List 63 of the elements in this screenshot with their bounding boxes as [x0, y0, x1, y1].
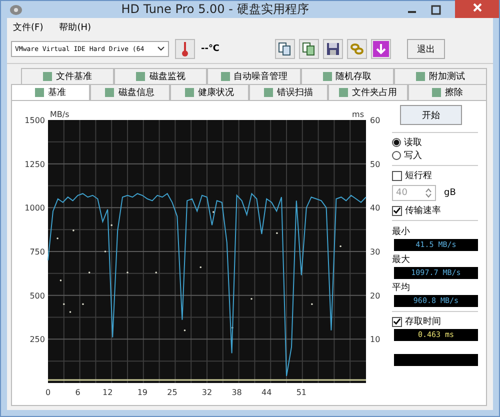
axis-tick-label: 25 — [167, 388, 178, 397]
reading-label: 最小 — [392, 226, 411, 238]
axis-tick-label: 1250 — [24, 160, 45, 169]
axis-tick-label: 1000 — [24, 204, 45, 213]
window-title: HD Tune Pro 5.00 - 硬盘实用程序 — [120, 1, 310, 18]
checkbox[interactable] — [392, 316, 402, 326]
tab[interactable]: 错误扫描 — [248, 84, 328, 100]
tab[interactable]: 基准 — [11, 84, 90, 100]
checkbox-label: 存取时间 — [405, 316, 441, 328]
tab[interactable]: 磁盘监视 — [114, 68, 208, 84]
axis-tick-label: 12 — [102, 388, 113, 397]
axis-tick-label: 250 — [30, 335, 45, 344]
reading-label: 最大 — [392, 254, 411, 266]
axis-unit: ms — [352, 110, 364, 119]
tab[interactable]: 磁盘信息 — [90, 84, 170, 100]
option-label: 读取 — [404, 136, 422, 149]
axis-tick-label: 38 — [232, 388, 242, 397]
exit-button[interactable]: 退出 — [407, 39, 445, 59]
checkbox[interactable] — [392, 206, 402, 216]
axis-tick-label: 0 — [45, 388, 51, 397]
copy-icon[interactable] — [299, 39, 319, 59]
axis-tick-label: 40 — [370, 204, 380, 213]
axis-tick-label: 32 — [202, 388, 212, 397]
axis-tick-label: 50 — [370, 160, 380, 169]
tab[interactable]: 健康状况 — [170, 84, 249, 100]
menu-item[interactable]: 帮助(H) — [59, 21, 91, 34]
axis-tick-label: 51 — [296, 388, 306, 397]
axis-tick-label: 20 — [370, 291, 380, 300]
save-icon[interactable] — [323, 39, 343, 59]
checkbox-label: 短行程 — [405, 170, 432, 182]
tab[interactable]: 文件夹占用 — [328, 84, 408, 100]
axis-tick-label: 1500 — [24, 116, 45, 125]
checkbox-label: 传输速率 — [405, 204, 441, 217]
caret-icon[interactable] — [157, 46, 165, 52]
reading-label: 平均 — [392, 282, 411, 294]
axis-tick-label: 6 — [75, 388, 80, 397]
temperature-reading: --℃ — [201, 44, 220, 54]
close-button[interactable] — [455, 0, 499, 18]
tab[interactable]: 自动噪音管理 — [207, 68, 301, 84]
axis-tick-label: 750 — [30, 248, 45, 256]
close-icon[interactable] — [472, 3, 482, 12]
download-icon[interactable] — [371, 39, 391, 59]
axis-tick-label: 19 — [137, 388, 148, 397]
unit-label: gB — [444, 188, 456, 198]
thermometer-icon[interactable] — [175, 39, 195, 59]
copy-icon[interactable] — [275, 39, 295, 59]
radio-button[interactable] — [392, 151, 401, 160]
axis-tick-label: 60 — [370, 116, 380, 125]
axis-tick-label: 500 — [30, 291, 45, 300]
axis-tick-label: 44 — [262, 388, 272, 397]
disk-icon — [9, 2, 23, 16]
tab[interactable]: 附加测试 — [394, 68, 488, 84]
tab[interactable]: 擦除 — [408, 84, 487, 100]
maximize-icon[interactable] — [431, 4, 441, 14]
axis-tick-label: 30 — [370, 248, 380, 256]
axis-unit: MB/s — [50, 110, 70, 119]
radio-button[interactable] — [392, 138, 401, 147]
tab[interactable]: 文件基准 — [21, 68, 114, 84]
axis-tick-label: 10 — [370, 335, 380, 344]
menu-item[interactable]: 文件(F) — [13, 21, 44, 34]
tab[interactable]: 随机存取 — [300, 68, 394, 84]
start-button[interactable]: 开始 — [400, 105, 462, 125]
option-label: 写入 — [404, 150, 422, 162]
